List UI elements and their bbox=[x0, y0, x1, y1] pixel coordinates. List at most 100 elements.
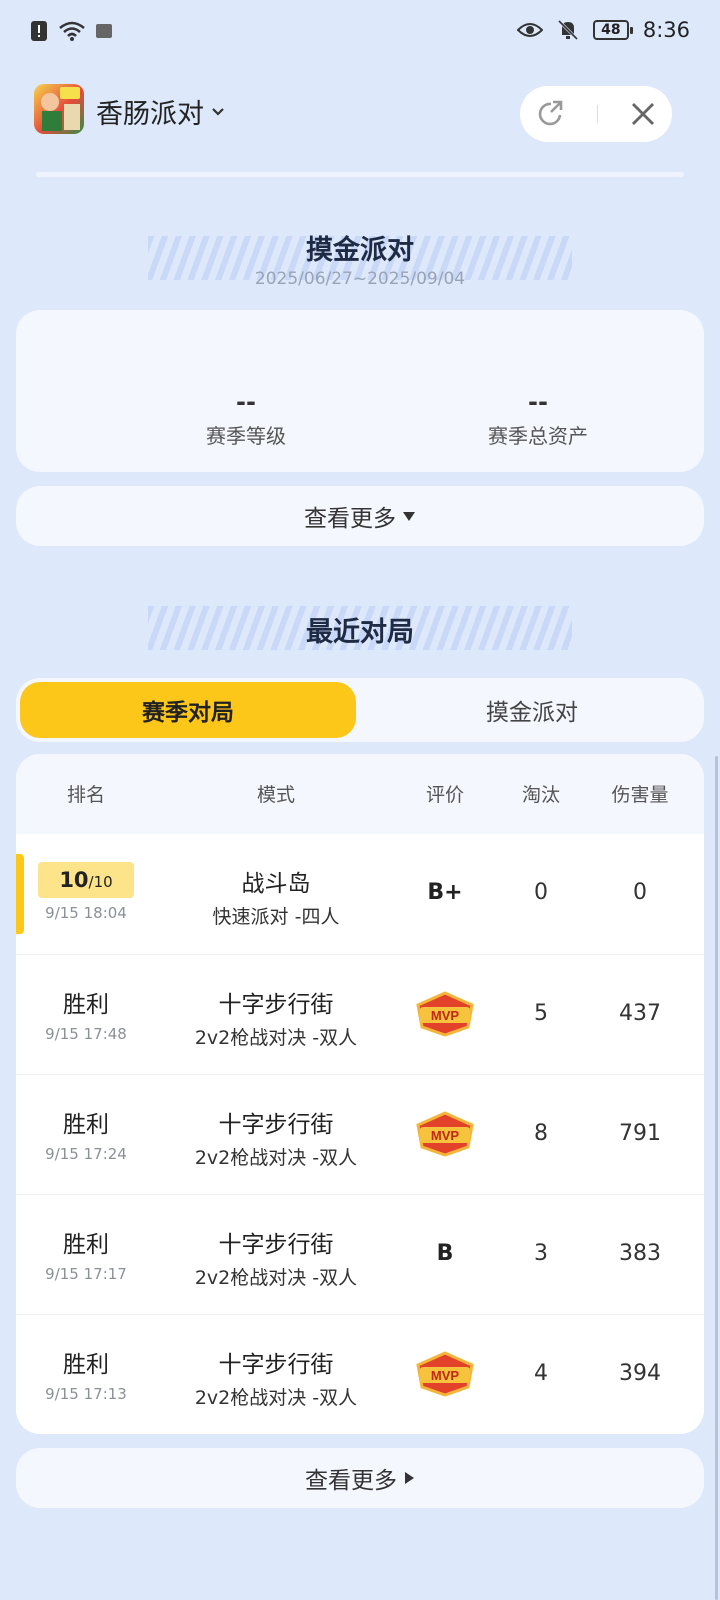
col-eliminations: 淘汰 bbox=[521, 784, 560, 806]
match-result: 胜利 bbox=[63, 992, 109, 1018]
app-notification-icon bbox=[96, 24, 112, 38]
mvp-badge-icon: MVP bbox=[414, 1351, 476, 1401]
header-actions bbox=[520, 86, 672, 142]
match-table: 排名 模式 评价 淘汰 伤害量 10/10 9/15 18:04 战斗岛 快速派… bbox=[16, 754, 704, 1434]
svg-text:MVP: MVP bbox=[431, 1008, 460, 1023]
tab-season-matches[interactable]: 赛季对局 bbox=[20, 682, 356, 738]
col-rating: 评价 bbox=[425, 784, 464, 806]
rank-cell: 胜利 9/15 17:13 bbox=[36, 1345, 136, 1403]
map-name: 十字步行街 bbox=[218, 992, 334, 1018]
eliminations-value: 0 bbox=[534, 880, 548, 905]
map-name: 战斗岛 bbox=[241, 871, 311, 897]
col-mode: 模式 bbox=[256, 784, 295, 806]
mode-name: 快速派对 -四人 bbox=[212, 906, 340, 928]
match-time: 9/15 18:04 bbox=[45, 904, 127, 922]
mode-cell: 十字步行街 2v2枪战对决 -双人 bbox=[166, 1345, 386, 1410]
tab-mojin-party[interactable]: 摸金派对 bbox=[364, 682, 700, 738]
mode-cell: 战斗岛 快速派对 -四人 bbox=[166, 864, 386, 929]
table-row[interactable]: 胜利 9/15 17:17 十字步行街 2v2枪战对决 -双人 B 3 383 bbox=[16, 1194, 704, 1314]
match-result: 胜利 bbox=[63, 1232, 109, 1258]
season-level-label: 赛季等级 bbox=[206, 424, 286, 448]
mode-cell: 十字步行街 2v2枪战对决 -双人 bbox=[166, 1105, 386, 1170]
season-title: 摸金派对 bbox=[306, 235, 414, 266]
table-row[interactable]: 10/10 9/15 18:04 战斗岛 快速派对 -四人 B+ 0 0 bbox=[16, 834, 704, 954]
mode-name: 2v2枪战对决 -双人 bbox=[194, 1027, 358, 1049]
battery-indicator: 48 bbox=[592, 20, 633, 40]
match-tabs: 赛季对局 摸金派对 bbox=[16, 678, 704, 742]
rank-badge: 10/10 bbox=[38, 862, 134, 898]
damage-value: 0 bbox=[633, 880, 647, 905]
mode-cell: 十字步行街 2v2枪战对决 -双人 bbox=[166, 985, 386, 1050]
mode-name: 2v2枪战对决 -双人 bbox=[194, 1147, 358, 1169]
col-rank: 排名 bbox=[66, 784, 105, 806]
mode-name: 2v2枪战对决 -双人 bbox=[194, 1267, 358, 1289]
match-time: 9/15 17:17 bbox=[45, 1265, 127, 1283]
highlight-bar bbox=[16, 854, 24, 934]
chevron-down-icon bbox=[212, 107, 224, 116]
eliminations-value: 8 bbox=[534, 1121, 548, 1146]
app-title-dropdown[interactable]: 香肠派对 bbox=[96, 92, 226, 131]
eliminations-value: 5 bbox=[534, 1001, 548, 1026]
eliminations-value: 4 bbox=[534, 1361, 548, 1386]
rank-cell: 胜利 9/15 17:17 bbox=[36, 1225, 136, 1283]
recent-header: 最近对局 bbox=[0, 610, 720, 649]
app-name: 香肠派对 bbox=[96, 99, 204, 130]
app-logo-icon bbox=[34, 84, 84, 134]
mvp-badge-icon: MVP bbox=[414, 991, 476, 1041]
header: 香肠派对 bbox=[0, 80, 720, 150]
damage-value: 394 bbox=[619, 1361, 661, 1386]
season-level-stat: -- 赛季等级 bbox=[126, 388, 366, 449]
table-row[interactable]: 胜利 9/15 17:48 十字步行街 2v2枪战对决 -双人 MVP 5 43… bbox=[16, 954, 704, 1074]
wifi-icon bbox=[59, 21, 85, 41]
map-name: 十字步行街 bbox=[218, 1232, 334, 1258]
mute-bell-icon bbox=[557, 19, 578, 41]
match-time: 9/15 17:24 bbox=[45, 1145, 127, 1163]
caret-down-icon bbox=[403, 512, 415, 521]
season-date-range: 2025/06/27~2025/09/04 bbox=[254, 269, 466, 289]
scrollbar[interactable] bbox=[715, 756, 718, 1600]
rank-cell: 胜利 9/15 17:48 bbox=[36, 985, 136, 1043]
season-stats-card: -- 赛季等级 -- 赛季总资产 bbox=[16, 310, 704, 472]
table-row[interactable]: 胜利 9/15 17:24 十字步行街 2v2枪战对决 -双人 MVP 8 79… bbox=[16, 1074, 704, 1194]
view-more-label: 查看更多 bbox=[305, 1468, 397, 1494]
clock: 8:36 bbox=[642, 18, 690, 42]
recent-title: 最近对局 bbox=[306, 617, 414, 648]
rating-grade: B bbox=[436, 1241, 454, 1266]
season-assets-stat: -- 赛季总资产 bbox=[418, 388, 658, 449]
match-time: 9/15 17:13 bbox=[45, 1385, 127, 1403]
damage-value: 791 bbox=[619, 1121, 661, 1146]
eye-icon bbox=[516, 23, 543, 37]
match-result: 胜利 bbox=[63, 1112, 109, 1138]
mode-cell: 十字步行街 2v2枪战对决 -双人 bbox=[166, 1225, 386, 1290]
rating-grade: B+ bbox=[427, 880, 463, 905]
table-row[interactable]: 胜利 9/15 17:13 十字步行街 2v2枪战对决 -双人 MVP 4 39… bbox=[16, 1314, 704, 1434]
map-name: 十字步行街 bbox=[218, 1352, 334, 1378]
rank-cell: 10/10 9/15 18:04 bbox=[36, 862, 136, 922]
mvp-badge-icon: MVP bbox=[414, 1111, 476, 1161]
damage-value: 383 bbox=[619, 1241, 661, 1266]
season-assets-label: 赛季总资产 bbox=[488, 424, 588, 448]
eliminations-value: 3 bbox=[534, 1241, 548, 1266]
season-level-value: -- bbox=[236, 388, 256, 416]
close-icon[interactable] bbox=[630, 101, 656, 127]
season-view-more-button[interactable]: 查看更多 bbox=[16, 486, 704, 546]
header-divider bbox=[36, 172, 684, 177]
svg-text:MVP: MVP bbox=[431, 1368, 460, 1383]
status-bar: 48 8:36 bbox=[0, 0, 720, 66]
matches-view-more-button[interactable]: 查看更多 bbox=[16, 1448, 704, 1508]
alert-icon bbox=[31, 21, 47, 41]
rank-cell: 胜利 9/15 17:24 bbox=[36, 1105, 136, 1163]
col-damage: 伤害量 bbox=[611, 784, 669, 806]
match-time: 9/15 17:48 bbox=[45, 1025, 127, 1043]
table-header: 排名 模式 评价 淘汰 伤害量 bbox=[16, 754, 704, 834]
view-more-label: 查看更多 bbox=[304, 506, 396, 532]
damage-value: 437 bbox=[619, 1001, 661, 1026]
caret-right-icon bbox=[405, 1472, 414, 1484]
svg-text:MVP: MVP bbox=[431, 1128, 460, 1143]
mode-name: 2v2枪战对决 -双人 bbox=[194, 1387, 358, 1409]
match-result: 胜利 bbox=[63, 1352, 109, 1378]
share-icon[interactable] bbox=[536, 99, 566, 129]
season-assets-value: -- bbox=[528, 388, 548, 416]
map-name: 十字步行街 bbox=[218, 1112, 334, 1138]
divider bbox=[597, 105, 599, 123]
